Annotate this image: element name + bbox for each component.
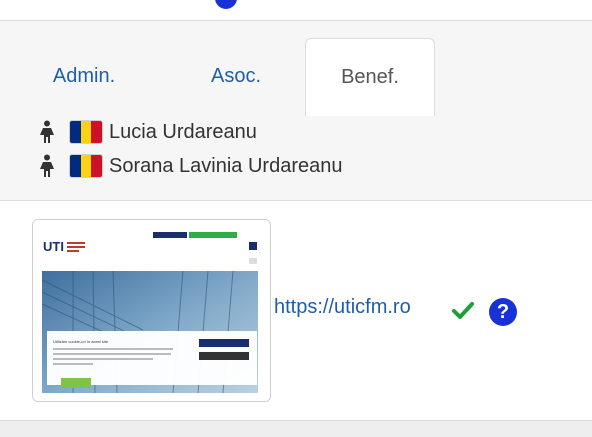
footer-row — [0, 420, 592, 437]
check-icon — [452, 302, 474, 319]
person-icon — [40, 154, 54, 177]
question-circle-icon[interactable]: ? — [489, 298, 517, 326]
svg-text:UTI: UTI — [43, 239, 64, 254]
website-thumbnail[interactable]: UTI Utilizăm cookie-uri în acest site — [32, 219, 271, 402]
beneficiary-item: Lucia Urdareanu — [38, 119, 257, 145]
tab-admin[interactable]: Admin. — [42, 38, 126, 116]
tab-asoc[interactable]: Asoc. — [194, 38, 278, 116]
website-screenshot-image: UTI Utilizăm cookie-uri în acest site — [33, 220, 270, 401]
tab-benef[interactable]: Benef. — [305, 38, 435, 116]
top-icon-partial[interactable] — [215, 0, 237, 9]
website-url-link[interactable]: https://uticfm.ro — [274, 296, 411, 319]
beneficiary-name: Lucia Urdareanu — [109, 120, 257, 143]
romania-flag-icon — [70, 155, 102, 177]
beneficiary-name: Sorana Lavinia Urdareanu — [109, 154, 343, 177]
svg-text:Utilizăm cookie-uri în acest s: Utilizăm cookie-uri în acest site — [53, 339, 109, 344]
beneficiary-item: Sorana Lavinia Urdareanu — [38, 153, 343, 179]
romania-flag-icon — [70, 121, 102, 143]
relation-tabs: Admin. Asoc. Benef. — [32, 38, 592, 116]
person-icon — [40, 120, 54, 143]
top-row — [0, 0, 592, 21]
